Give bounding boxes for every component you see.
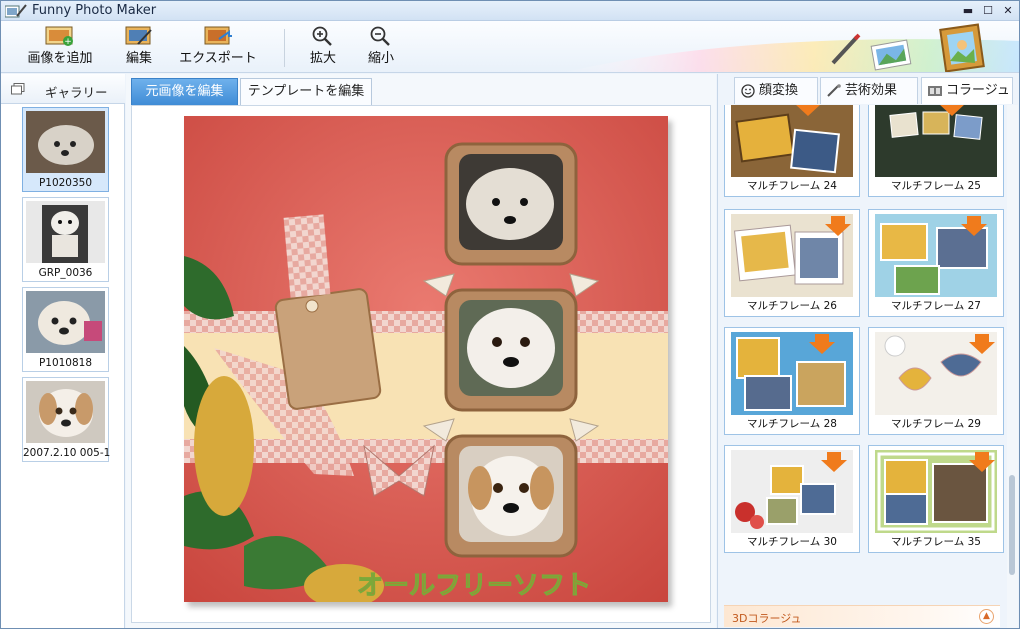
- frame-card[interactable]: マルチフレーム 26: [724, 209, 860, 317]
- frame-thumbnail: [875, 332, 997, 415]
- frame-label: マルチフレーム 28: [747, 418, 837, 430]
- tab-face-swap[interactable]: 顔変換: [734, 77, 818, 104]
- gallery-thumbnail[interactable]: GRP_0036: [22, 197, 109, 282]
- gallery-thumbnail[interactable]: 2007.2.10 005-1: [22, 377, 111, 462]
- zoom-out-label: 縮小: [367, 51, 394, 66]
- photo-frame-stack: [422, 142, 600, 558]
- app-window: Funny Photo Maker ▬ ☐ ✕ + 画像を追加 編集 エクスポー…: [0, 0, 1020, 629]
- tab-edit-template[interactable]: テンプレートを編集: [240, 78, 372, 105]
- tab-edit-original[interactable]: 元画像を編集: [131, 78, 238, 105]
- frame-card[interactable]: マルチフレーム 25: [868, 105, 1004, 197]
- gallery-title: ギャラリー: [45, 85, 108, 100]
- export-label: エクスポート: [179, 51, 257, 66]
- thumbnail-image: [26, 201, 105, 263]
- frame-card[interactable]: マルチフレーム 29: [868, 327, 1004, 435]
- film-icon: [928, 86, 942, 96]
- edit-icon: [125, 26, 152, 45]
- add-image-button[interactable]: + 画像を追加: [19, 26, 101, 70]
- window-title: Funny Photo Maker: [32, 3, 157, 18]
- gallery-thumbnail[interactable]: P1010818: [22, 287, 109, 372]
- collage-preview[interactable]: オールフリーソフト: [184, 116, 668, 602]
- frame-thumbnail: [875, 450, 997, 533]
- export-icon: [204, 26, 232, 45]
- scrollbar-thumb[interactable]: [1009, 475, 1015, 575]
- frame-thumbnail: [731, 214, 853, 297]
- thumbnail-image: [26, 381, 105, 443]
- frame-thumbnail: [731, 450, 853, 533]
- gallery-header: ギャラリー: [1, 74, 125, 104]
- frame-label: マルチフレーム 29: [891, 418, 981, 430]
- frame-card[interactable]: マルチフレーム 30: [724, 445, 860, 553]
- frame-thumbnail: [731, 105, 853, 177]
- section-3d-title: 3Dコラージュ: [732, 612, 802, 625]
- frame-card[interactable]: マルチフレーム 24: [724, 105, 860, 197]
- picture-frame-icon: [939, 23, 985, 72]
- zoom-in-icon: [312, 26, 332, 46]
- frame-list-scrollbar[interactable]: [1007, 105, 1018, 628]
- zoom-out-icon: [370, 26, 390, 46]
- watermark-text: オールフリーソフト: [357, 571, 591, 601]
- maximize-button[interactable]: ☐: [981, 4, 995, 18]
- add-image-icon: +: [45, 26, 73, 46]
- frame-label: マルチフレーム 25: [891, 180, 981, 192]
- frame-card[interactable]: マルチフレーム 28: [724, 327, 860, 435]
- canvas-area[interactable]: オールフリーソフト: [131, 105, 711, 623]
- decorative-banner: [565, 23, 1019, 72]
- thumbnail-label: P1010818: [38, 357, 93, 369]
- gallery-thumbnail[interactable]: P1020350: [22, 107, 109, 192]
- smiley-icon: [741, 84, 755, 98]
- thumbnail-label: GRP_0036: [38, 267, 93, 279]
- collage-frame-list: マルチフレーム 24 マルチフレーム 25 マルチフレーム 26 マルチフレーム…: [718, 105, 1006, 628]
- gallery-icon: [11, 83, 25, 95]
- tab-art-effects[interactable]: 芸術効果: [820, 77, 918, 104]
- tab-face-swap-label: 顔変換: [759, 83, 799, 98]
- tab-collage[interactable]: コラージュ: [921, 77, 1013, 104]
- app-logo-icon: [5, 4, 27, 18]
- edit-button[interactable]: 編集: [117, 26, 161, 70]
- toolbar: + 画像を追加 編集 エクスポート 拡大 縮小: [1, 21, 1019, 73]
- frame-label: マルチフレーム 27: [891, 300, 981, 312]
- add-image-label: 画像を追加: [27, 51, 93, 66]
- thumbnail-label: P1020350: [38, 177, 93, 189]
- svg-text:+: +: [64, 37, 72, 46]
- collapse-icon[interactable]: ▲: [979, 609, 994, 624]
- zoom-out-button[interactable]: 縮小: [361, 26, 401, 70]
- brush-icon: [827, 84, 841, 97]
- frame-card[interactable]: マルチフレーム 35: [868, 445, 1004, 553]
- frame-card[interactable]: マルチフレーム 27: [868, 209, 1004, 317]
- close-button[interactable]: ✕: [1001, 4, 1015, 18]
- section-3d-collage[interactable]: 3Dコラージュ ▲: [724, 605, 1000, 627]
- export-button[interactable]: エクスポート: [179, 26, 257, 70]
- toolbar-separator: [284, 29, 285, 67]
- frame-label: マルチフレーム 26: [747, 300, 837, 312]
- frame-label: マルチフレーム 30: [747, 536, 837, 548]
- editor-panel: 元画像を編集 テンプレートを編集 オールフリーソフト: [126, 74, 716, 628]
- title-bar: Funny Photo Maker ▬ ☐ ✕: [1, 1, 1019, 21]
- thumbnail-label: 2007.2.10 005-1: [23, 447, 111, 459]
- thumbnail-image: [26, 291, 105, 353]
- frame-label: マルチフレーム 24: [747, 180, 837, 192]
- minimize-button[interactable]: ▬: [961, 4, 975, 18]
- zoom-in-label: 拡大: [309, 51, 336, 66]
- zoom-in-button[interactable]: 拡大: [303, 26, 343, 70]
- tab-art-effects-label: 芸術効果: [845, 83, 898, 98]
- frame-label: マルチフレーム 35: [891, 536, 981, 548]
- edit-label: 編集: [125, 51, 152, 66]
- thumbnail-image: [26, 111, 105, 173]
- tab-collage-label: コラージュ: [946, 83, 1010, 98]
- effects-panel: 顔変換 芸術効果 コラージュ マルチフレーム 24 マルチフレーム 25 マルチ…: [717, 74, 1019, 628]
- gallery-panel: ギャラリー P1020350 GRP_0036 P1010818 2007.2.…: [1, 74, 125, 628]
- frame-thumbnail: [875, 105, 997, 177]
- frame-thumbnail: [731, 332, 853, 415]
- frame-thumbnail: [875, 214, 997, 297]
